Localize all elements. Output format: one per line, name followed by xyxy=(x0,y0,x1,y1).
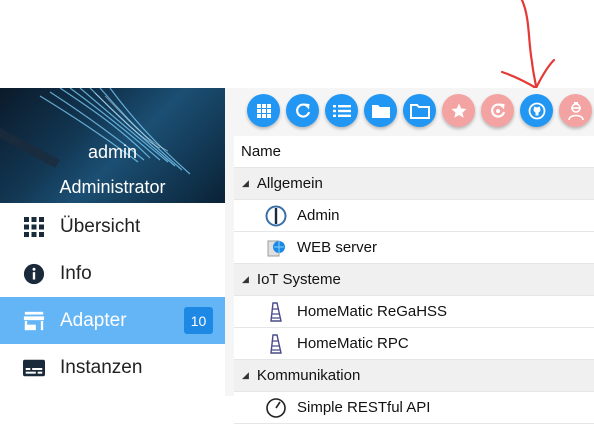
grid-view-button[interactable] xyxy=(247,94,280,127)
install-from-github-button[interactable] xyxy=(520,94,553,127)
table-group-row[interactable]: ◢ IoT Systeme xyxy=(234,264,594,296)
table-row[interactable]: Admin xyxy=(234,200,594,232)
update-icon xyxy=(490,102,505,118)
list-view-button[interactable] xyxy=(325,94,358,127)
favorites-button[interactable] xyxy=(442,94,475,127)
group-label: IoT Systeme xyxy=(256,271,341,288)
adapter-name: HomeMatic RPC xyxy=(297,335,409,352)
annotation-arrow-icon xyxy=(500,0,556,90)
admin-adapter-icon xyxy=(265,205,287,227)
info-icon xyxy=(23,263,45,285)
sidebar: admin Administrator Übersicht Info Adapt… xyxy=(0,88,225,396)
instances-icon xyxy=(23,357,45,379)
collapse-all-button[interactable] xyxy=(364,94,397,127)
table-group-row[interactable]: ◢ Kommunikation xyxy=(234,360,594,392)
adapter-name: HomeMatic ReGaHSS xyxy=(297,303,448,320)
table-row[interactable]: HomeMatic RPC xyxy=(234,328,594,360)
sidebar-item-adapter[interactable]: Adapter 10 xyxy=(0,297,225,344)
adapter-panel: Name ◢ Allgemein Admin WEB server ◢ IoT … xyxy=(225,88,594,424)
table-row[interactable]: WEB server xyxy=(234,232,594,264)
collapse-triangle-icon[interactable]: ◢ xyxy=(242,274,249,285)
sidebar-item-label: Info xyxy=(60,262,92,284)
grid-icon xyxy=(23,216,45,238)
table-row[interactable]: Simple RESTful API xyxy=(234,392,594,424)
adapter-name: Admin xyxy=(297,207,340,224)
list-view-icon xyxy=(332,104,351,117)
homematic-icon xyxy=(265,301,287,323)
web-server-icon xyxy=(265,237,287,259)
adapter-name: WEB server xyxy=(297,239,378,256)
sidebar-item-uebersicht[interactable]: Übersicht xyxy=(0,203,225,250)
adapter-name: Simple RESTful API xyxy=(297,399,431,416)
user-profile-card: admin Administrator xyxy=(0,88,225,203)
user-role: Administrator xyxy=(59,177,166,197)
table-group-row[interactable]: ◢ Allgemein xyxy=(234,168,594,200)
sidebar-item-info[interactable]: Info xyxy=(0,250,225,297)
star-icon xyxy=(451,103,466,118)
sidebar-item-instanzen[interactable]: Instanzen xyxy=(0,344,225,391)
adapter-count-badge: 10 xyxy=(184,307,213,334)
store-icon xyxy=(23,310,45,332)
sidebar-item-label: Instanzen xyxy=(60,356,143,378)
rest-api-icon xyxy=(265,397,287,419)
expand-all-button[interactable] xyxy=(403,94,436,127)
homematic-icon xyxy=(265,333,287,355)
table-row[interactable]: HomeMatic ReGaHSS xyxy=(234,296,594,328)
folder-closed-icon xyxy=(371,104,390,118)
collapse-triangle-icon[interactable]: ◢ xyxy=(242,370,249,381)
group-label: Allgemein xyxy=(256,175,323,192)
grid-view-icon xyxy=(256,103,271,118)
expert-mode-button[interactable] xyxy=(559,94,592,127)
folder-open-icon xyxy=(409,103,430,119)
adapter-table: Name ◢ Allgemein Admin WEB server ◢ IoT … xyxy=(234,136,594,424)
refresh-icon xyxy=(295,102,310,118)
table-header: Name xyxy=(234,136,594,168)
collapse-triangle-icon[interactable]: ◢ xyxy=(242,178,249,189)
check-updates-button[interactable] xyxy=(481,94,514,127)
group-label: Kommunikation xyxy=(256,367,361,384)
expert-mode-icon xyxy=(567,101,584,120)
sidebar-item-label: Adapter xyxy=(60,309,127,331)
adapter-toolbar xyxy=(225,88,594,136)
sidebar-item-label: Übersicht xyxy=(60,215,141,237)
user-name: admin xyxy=(87,142,138,162)
refresh-button[interactable] xyxy=(286,94,319,127)
github-icon xyxy=(528,102,545,119)
column-header-name[interactable]: Name xyxy=(241,143,281,160)
